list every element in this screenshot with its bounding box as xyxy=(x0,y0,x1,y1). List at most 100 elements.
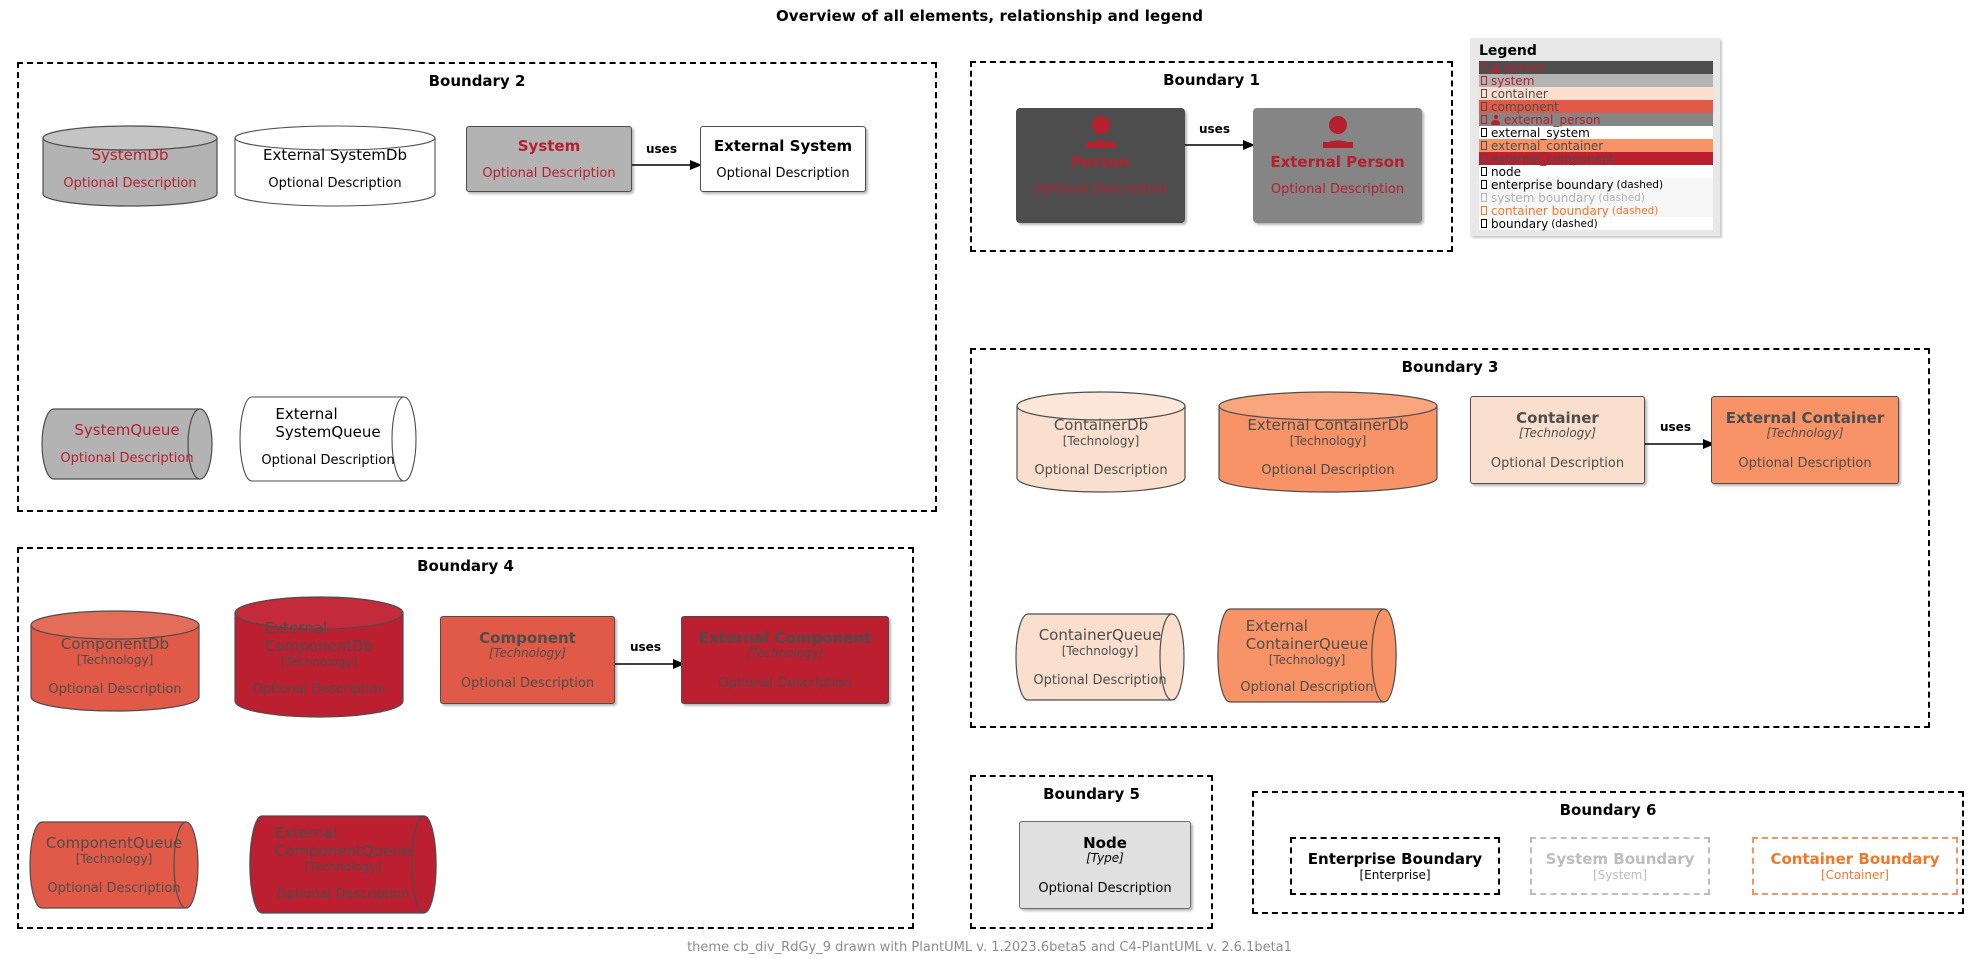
element-system-db[interactable]: SystemDb Optional Description xyxy=(42,125,218,207)
element-name: Node xyxy=(1083,834,1127,852)
element-name: External Component xyxy=(698,629,872,647)
tofu-icon xyxy=(1481,89,1487,98)
tofu-icon xyxy=(1481,180,1487,189)
element-technology: [Technology] xyxy=(76,653,154,667)
tofu-icon xyxy=(1481,141,1487,150)
element-component[interactable]: Component [Technology] Optional Descript… xyxy=(440,616,615,704)
element-description: Optional Description xyxy=(1270,181,1405,197)
tofu-icon xyxy=(1481,102,1487,111)
element-description: Optional Description xyxy=(1038,880,1172,896)
element-name: External ContainerQueue xyxy=(1245,617,1369,653)
element-component-db[interactable]: ComponentDb [Technology] Optional Descri… xyxy=(30,610,200,712)
legend-row-system: system xyxy=(1479,74,1713,88)
element-name: SystemQueue xyxy=(74,421,180,439)
legend-title: Legend xyxy=(1479,43,1537,59)
element-external-component-queue[interactable]: External ComponentQueue [Technology] Opt… xyxy=(249,815,437,914)
element-system[interactable]: System Optional Description xyxy=(466,126,632,192)
legend-label: external_system xyxy=(1491,125,1590,140)
element-description: Optional Description xyxy=(1033,673,1167,688)
legend-sublabel: (dashed) xyxy=(1611,204,1659,217)
tofu-icon xyxy=(1481,219,1487,228)
person-glyph xyxy=(1322,116,1353,148)
tofu-icon xyxy=(1481,206,1487,215)
element-description: Optional Description xyxy=(1261,463,1395,478)
element-description: Optional Description xyxy=(268,176,402,191)
relation-system-uses: uses xyxy=(632,142,702,173)
element-name: External ContainerDb xyxy=(1247,416,1409,434)
legend-label: container boundary xyxy=(1491,203,1609,218)
legend-row-node: node xyxy=(1479,165,1713,179)
element-description: Optional Description xyxy=(276,887,410,902)
legend-row-external_system: external_system xyxy=(1479,125,1713,140)
element-component-queue[interactable]: ComponentQueue [Technology] Optional Des… xyxy=(29,821,199,909)
element-external-container[interactable]: External Container [Technology] Optional… xyxy=(1711,396,1899,484)
element-technology: [Technology] xyxy=(1518,425,1597,440)
legend-label: external_person xyxy=(1504,112,1601,127)
element-system-boundary[interactable]: System Boundary [System] xyxy=(1530,837,1710,895)
page-title: Overview of all elements, relationship a… xyxy=(775,7,1204,25)
relation-label: uses xyxy=(1199,122,1230,136)
element-description: Optional Description xyxy=(48,682,182,697)
element-external-component[interactable]: External Component [Technology] Optional… xyxy=(681,616,889,704)
element-technology: [Technology] xyxy=(1268,653,1346,667)
legend-row-external_container: external_container xyxy=(1479,139,1713,153)
element-external-person[interactable]: External Person Optional Description xyxy=(1253,108,1422,223)
element-container[interactable]: Container [Technology] Optional Descript… xyxy=(1470,396,1645,484)
element-name: System xyxy=(517,137,581,155)
legend-sublabel: (dashed) xyxy=(1616,178,1664,191)
element-technology: [Technology] xyxy=(1062,434,1140,448)
boundary-6-title: Boundary 6 xyxy=(1559,801,1657,819)
element-system-queue[interactable]: SystemQueue Optional Description xyxy=(41,408,213,480)
tofu-icon xyxy=(1481,128,1487,137)
element-person[interactable]: Person Optional Description xyxy=(1016,108,1185,223)
element-description: Optional Description xyxy=(252,682,386,697)
element-description: Optional Description xyxy=(1738,455,1872,471)
element-external-system[interactable]: External System Optional Description xyxy=(700,126,866,192)
legend-label: container xyxy=(1491,86,1548,101)
legend-row-component: component xyxy=(1479,100,1713,114)
relation-container-uses: uses xyxy=(1645,418,1715,452)
boundary-3-title: Boundary 3 xyxy=(1401,358,1499,376)
element-node[interactable]: Node [Type] Optional Description xyxy=(1019,821,1191,909)
element-technology: [Technology] xyxy=(1289,434,1367,448)
element-description: Optional Description xyxy=(716,165,850,181)
element-name: External ComponentDb xyxy=(264,619,374,655)
element-name: External ComponentQueue xyxy=(274,824,412,860)
legend-sublabel: (dashed) xyxy=(1551,217,1598,230)
relation-label: uses xyxy=(646,142,677,156)
element-name: ContainerDb xyxy=(1053,416,1149,434)
legend-rows: person system container component external_p… xyxy=(1479,60,1713,231)
element-name: System Boundary xyxy=(1545,850,1695,868)
element-enterprise-boundary[interactable]: Enterprise Boundary [Enterprise] xyxy=(1290,837,1500,895)
element-external-component-db[interactable]: External ComponentDb [Technology] Option… xyxy=(234,596,404,718)
legend-label: person xyxy=(1504,60,1546,75)
element-description: Optional Description xyxy=(60,451,194,466)
element-description: Optional Description xyxy=(47,881,181,896)
element-name: ContainerQueue xyxy=(1038,626,1162,644)
element-external-system-queue[interactable]: External SystemQueue Optional Descriptio… xyxy=(239,396,417,482)
element-technology: [Technology] xyxy=(75,852,153,866)
boundary-2-title: Boundary 2 xyxy=(428,72,526,90)
element-container-boundary[interactable]: Container Boundary [Container] xyxy=(1752,837,1958,895)
element-technology: [System] xyxy=(1592,868,1648,882)
legend-row-system_boundary: system boundary (dashed) xyxy=(1479,191,1713,205)
element-technology: [Technology] xyxy=(304,860,382,874)
element-external-system-db[interactable]: External SystemDb Optional Description xyxy=(234,125,436,207)
person-icon xyxy=(1320,116,1356,152)
legend-row-external_person: external_person xyxy=(1479,112,1713,127)
element-technology: [Enterprise] xyxy=(1359,868,1431,882)
element-description: Optional Description xyxy=(718,675,852,691)
legend-row-container_boundary: container boundary (dashed) xyxy=(1479,203,1713,218)
element-technology: [Container] xyxy=(1820,868,1889,882)
element-container-queue[interactable]: ContainerQueue [Technology] Optional Des… xyxy=(1015,613,1185,701)
element-name: ComponentDb xyxy=(60,635,170,653)
element-external-container-db[interactable]: External ContainerDb [Technology] Option… xyxy=(1218,391,1438,493)
element-container-db[interactable]: ContainerDb [Technology] Optional Descri… xyxy=(1016,391,1186,493)
legend-label: boundary xyxy=(1491,216,1549,231)
relation-person-uses: uses xyxy=(1185,113,1255,153)
person-icon xyxy=(1491,62,1500,73)
footer-credits: theme cb_div_RdGy_9 drawn with PlantUML … xyxy=(687,940,1292,955)
element-name: External Person xyxy=(1270,153,1405,171)
element-external-container-queue[interactable]: External ContainerQueue [Technology] Opt… xyxy=(1217,608,1397,703)
element-name: External SystemQueue xyxy=(275,405,381,441)
